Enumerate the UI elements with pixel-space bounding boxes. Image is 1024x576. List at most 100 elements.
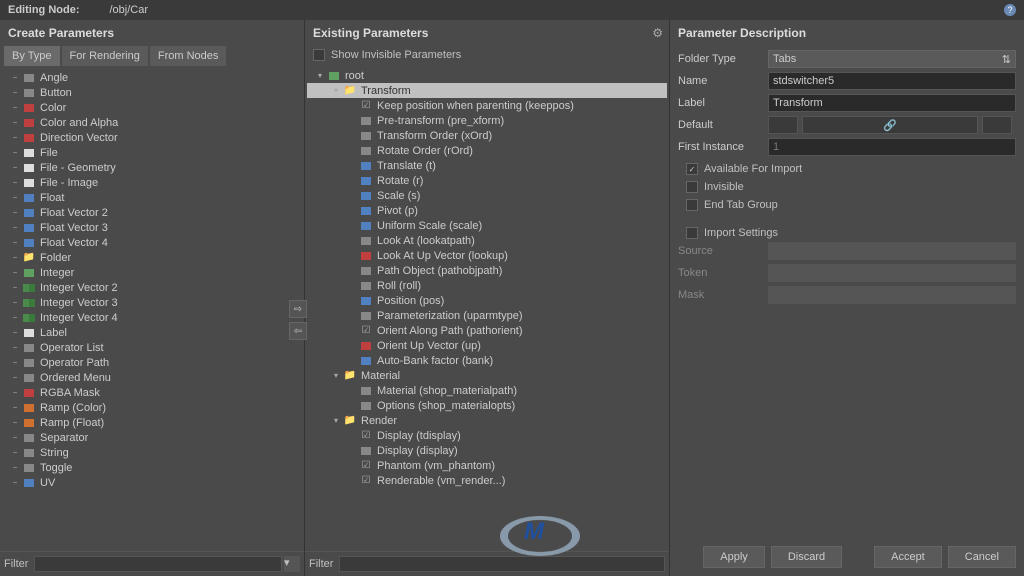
tree-toggle[interactable] xyxy=(347,311,357,321)
tree-toggle[interactable]: ▾ xyxy=(331,86,341,96)
parameter-tree[interactable]: ▾root▾📁Transform☑Keep position when pare… xyxy=(305,64,669,551)
tree-item[interactable]: Path Object (pathobjpath) xyxy=(307,263,667,278)
tab-for-rendering[interactable]: For Rendering xyxy=(62,46,148,66)
filter-input-left[interactable] xyxy=(34,556,282,572)
tree-toggle[interactable] xyxy=(347,131,357,141)
tree-toggle[interactable]: − xyxy=(10,223,20,233)
tree-item[interactable]: Uniform Scale (scale) xyxy=(307,218,667,233)
tree-item[interactable]: ▾📁Material xyxy=(307,368,667,383)
tree-toggle[interactable]: − xyxy=(10,313,20,323)
default-box[interactable] xyxy=(768,116,798,134)
tree-item[interactable]: −Color xyxy=(2,100,302,115)
tree-item[interactable]: −Label xyxy=(2,325,302,340)
tree-toggle[interactable] xyxy=(347,296,357,306)
tree-item[interactable]: −📁Folder xyxy=(2,250,302,265)
tree-toggle[interactable]: ▾ xyxy=(331,416,341,426)
tree-item[interactable]: −Separator xyxy=(2,430,302,445)
tree-item[interactable]: −Ordered Menu xyxy=(2,370,302,385)
tree-toggle[interactable] xyxy=(347,176,357,186)
tree-item[interactable]: −Direction Vector xyxy=(2,130,302,145)
tree-toggle[interactable]: − xyxy=(10,118,20,128)
tree-toggle[interactable]: − xyxy=(10,343,20,353)
tree-item[interactable]: −Ramp (Color) xyxy=(2,400,302,415)
accept-button[interactable]: Accept xyxy=(874,546,942,568)
tree-toggle[interactable]: − xyxy=(10,148,20,158)
tree-item[interactable]: −Integer Vector 2 xyxy=(2,280,302,295)
end-tab-checkbox[interactable] xyxy=(686,199,698,211)
move-left-button[interactable]: ⇦ xyxy=(289,322,307,340)
tree-item[interactable]: −Float Vector 3 xyxy=(2,220,302,235)
tree-toggle[interactable]: ▾ xyxy=(315,71,325,81)
tree-toggle[interactable]: − xyxy=(10,253,20,263)
tree-toggle[interactable] xyxy=(347,341,357,351)
tree-item[interactable]: −Integer Vector 3 xyxy=(2,295,302,310)
tree-item[interactable]: −Operator List xyxy=(2,340,302,355)
tree-item[interactable]: Transform Order (xOrd) xyxy=(307,128,667,143)
tree-toggle[interactable]: ▾ xyxy=(331,371,341,381)
tree-toggle[interactable]: − xyxy=(10,103,20,113)
tree-item[interactable]: −Float xyxy=(2,190,302,205)
tree-item[interactable]: Rotate (r) xyxy=(307,173,667,188)
tree-toggle[interactable]: − xyxy=(10,463,20,473)
tree-item[interactable]: Look At Up Vector (lookup) xyxy=(307,248,667,263)
tree-toggle[interactable]: − xyxy=(10,283,20,293)
tree-toggle[interactable]: − xyxy=(10,298,20,308)
tree-toggle[interactable]: − xyxy=(10,133,20,143)
tab-by-type[interactable]: By Type xyxy=(4,46,60,66)
tree-toggle[interactable]: − xyxy=(10,328,20,338)
end-tab-row[interactable]: End Tab Group xyxy=(678,196,1016,214)
invisible-row[interactable]: Invisible xyxy=(678,178,1016,196)
tree-toggle[interactable] xyxy=(347,266,357,276)
tree-item[interactable]: −Toggle xyxy=(2,460,302,475)
gear-icon[interactable]: ⚙ xyxy=(652,26,663,40)
tree-toggle[interactable]: − xyxy=(10,448,20,458)
cancel-button[interactable]: Cancel xyxy=(948,546,1016,568)
tree-toggle[interactable] xyxy=(347,116,357,126)
discard-button[interactable]: Discard xyxy=(771,546,842,568)
tree-item[interactable]: ☑Orient Along Path (pathorient) xyxy=(307,323,667,338)
tree-item[interactable]: −Button xyxy=(2,85,302,100)
tree-item[interactable]: −UV xyxy=(2,475,302,490)
tree-item[interactable]: −Integer xyxy=(2,265,302,280)
tree-toggle[interactable]: − xyxy=(10,388,20,398)
tree-item[interactable]: −File - Geometry xyxy=(2,160,302,175)
filter-dropdown-left[interactable]: ▾ xyxy=(284,556,300,572)
tree-item[interactable]: Roll (roll) xyxy=(307,278,667,293)
tree-toggle[interactable] xyxy=(347,146,357,156)
tree-toggle[interactable]: − xyxy=(10,373,20,383)
tree-toggle[interactable]: − xyxy=(10,163,20,173)
tree-item[interactable]: −Angle xyxy=(2,70,302,85)
move-right-button[interactable]: ⇨ xyxy=(289,300,307,318)
tree-item[interactable]: Pre-transform (pre_xform) xyxy=(307,113,667,128)
tree-toggle[interactable]: − xyxy=(10,403,20,413)
tree-toggle[interactable]: − xyxy=(10,268,20,278)
tree-toggle[interactable] xyxy=(347,161,357,171)
tree-toggle[interactable] xyxy=(347,281,357,291)
help-icon[interactable]: ? xyxy=(1004,4,1016,16)
tree-item[interactable]: ☑Phantom (vm_phantom) xyxy=(307,458,667,473)
default-aux[interactable] xyxy=(982,116,1012,134)
tree-item[interactable]: ☑Renderable (vm_render...) xyxy=(307,473,667,488)
tab-from-nodes[interactable]: From Nodes xyxy=(150,46,227,66)
tree-toggle[interactable]: − xyxy=(10,418,20,428)
tree-item[interactable]: −Integer Vector 4 xyxy=(2,310,302,325)
tree-toggle[interactable] xyxy=(347,191,357,201)
available-import-checkbox[interactable] xyxy=(686,163,698,175)
tree-toggle[interactable]: − xyxy=(10,73,20,83)
apply-button[interactable]: Apply xyxy=(703,546,765,568)
tree-item[interactable]: −Float Vector 2 xyxy=(2,205,302,220)
tree-item[interactable]: ☑Display (tdisplay) xyxy=(307,428,667,443)
show-invisible-checkbox[interactable] xyxy=(313,49,325,61)
tree-toggle[interactable]: − xyxy=(10,433,20,443)
tree-toggle[interactable] xyxy=(347,446,357,456)
tree-toggle[interactable] xyxy=(347,431,357,441)
tree-item[interactable]: ▾📁Render xyxy=(307,413,667,428)
name-input[interactable] xyxy=(768,72,1016,90)
tree-item[interactable]: −File xyxy=(2,145,302,160)
type-tree[interactable]: −Angle−Button−Color−Color and Alpha−Dire… xyxy=(0,66,304,551)
tree-item[interactable]: Translate (t) xyxy=(307,158,667,173)
tree-item[interactable]: −Color and Alpha xyxy=(2,115,302,130)
import-settings-checkbox[interactable] xyxy=(686,227,698,239)
tree-toggle[interactable]: − xyxy=(10,478,20,488)
tree-item[interactable]: Pivot (p) xyxy=(307,203,667,218)
